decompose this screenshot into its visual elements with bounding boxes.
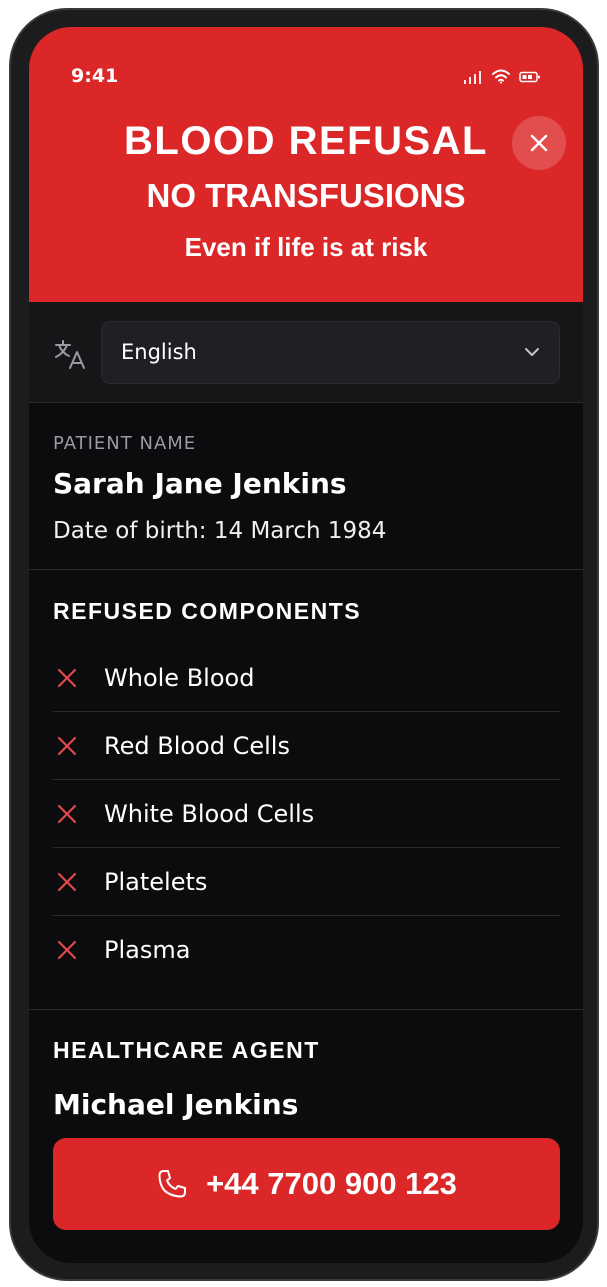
refused-components-list: Whole Blood Red Blood Cells White Blood … (53, 644, 560, 984)
list-item: Whole Blood (53, 644, 560, 712)
translate-icon (55, 340, 85, 369)
call-agent-button[interactable]: +44 7700 900 123 (53, 1138, 560, 1230)
list-item: Platelets (53, 848, 560, 916)
wifi-icon (492, 69, 510, 84)
patient-label: PATIENT NAME (53, 433, 197, 454)
healthcare-agent-title: HEALTHCARE AGENT (53, 1037, 320, 1063)
header-subtitle: NO TRANSFUSIONS (146, 177, 466, 214)
signal-icon (464, 70, 481, 84)
x-icon (57, 804, 77, 824)
patient-dob: Date of birth: 14 March 1984 (53, 518, 387, 544)
component-label: Red Blood Cells (104, 732, 290, 760)
patient-section: PATIENT NAME Sarah Jane Jenkins Date of … (29, 403, 583, 570)
close-button[interactable] (512, 116, 566, 170)
list-item: Plasma (53, 916, 560, 984)
language-row: English (29, 302, 583, 403)
patient-name: Sarah Jane Jenkins (53, 467, 347, 500)
component-label: Plasma (104, 936, 191, 964)
status-icons (463, 69, 541, 84)
header-title: BLOOD REFUSAL (124, 119, 488, 163)
screen: 9:41 BLOOD REFUSAL NO TRANSFUSIONS Even … (29, 27, 583, 1263)
x-icon (57, 940, 77, 960)
agent-phone-number: +44 7700 900 123 (206, 1166, 457, 1201)
x-icon (57, 736, 77, 756)
list-item: Red Blood Cells (53, 712, 560, 780)
alert-header: 9:41 BLOOD REFUSAL NO TRANSFUSIONS Even … (29, 27, 583, 302)
section-divider (29, 1009, 583, 1010)
component-label: White Blood Cells (104, 800, 315, 828)
status-time: 9:41 (71, 65, 119, 87)
phone-icon (158, 1170, 187, 1198)
close-icon (530, 134, 548, 152)
component-label: Platelets (104, 868, 208, 896)
language-select[interactable]: English (101, 321, 560, 384)
x-icon (57, 668, 77, 688)
phone-frame: 9:41 BLOOD REFUSAL NO TRANSFUSIONS Even … (9, 8, 599, 1281)
agent-name: Michael Jenkins (53, 1088, 299, 1121)
header-warning: Even if life is at risk (184, 232, 428, 262)
refused-components-title: REFUSED COMPONENTS (53, 598, 362, 624)
chevron-down-icon (525, 348, 539, 356)
battery-icon (519, 71, 540, 82)
component-label: Whole Blood (104, 664, 255, 692)
x-icon (57, 872, 77, 892)
list-item: White Blood Cells (53, 780, 560, 848)
language-value: English (121, 340, 197, 364)
